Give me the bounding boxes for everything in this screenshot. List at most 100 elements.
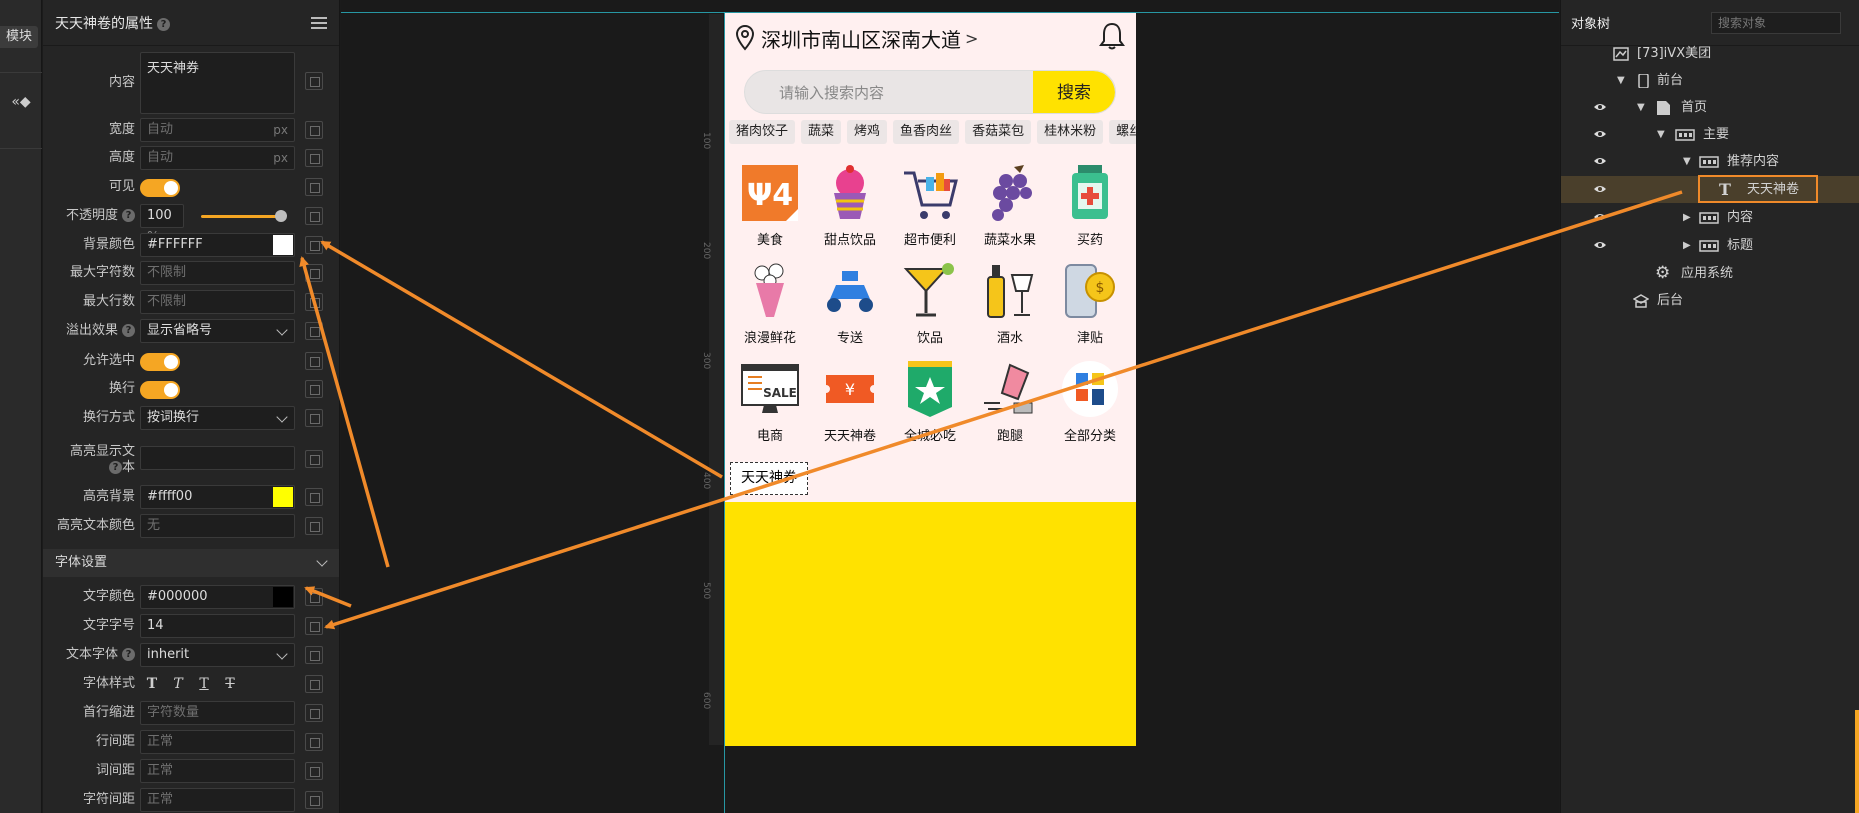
bind-icon[interactable] xyxy=(305,207,323,225)
bind-icon[interactable] xyxy=(305,149,323,167)
yellow-content-block[interactable] xyxy=(725,502,1136,746)
tree-node-app-system[interactable]: ⚙ 应用系统 xyxy=(1561,260,1859,287)
category-item[interactable]: 甜点饮品 xyxy=(810,163,890,251)
wrap-mode-select[interactable]: 按词换行 xyxy=(140,406,295,430)
bind-icon[interactable] xyxy=(305,72,323,90)
eye-icon[interactable] xyxy=(1593,156,1607,166)
category-item[interactable]: 浪漫鲜花 xyxy=(730,261,810,349)
letter-spacing-input[interactable]: 正常 xyxy=(140,788,295,812)
category-item[interactable]: 蔬菜水果 xyxy=(970,163,1050,251)
help-icon[interactable]: ? xyxy=(122,324,135,337)
category-item[interactable]: Ψ4 美食 xyxy=(730,163,810,251)
tree-node-main[interactable]: ▼ 主要 xyxy=(1561,121,1859,148)
bell-icon[interactable] xyxy=(1098,21,1126,51)
search-object-input[interactable]: 搜索对象 xyxy=(1711,11,1841,34)
category-item[interactable]: SALE 电商 xyxy=(730,359,810,447)
bind-icon[interactable] xyxy=(305,617,323,635)
bind-icon[interactable] xyxy=(305,121,323,139)
category-item[interactable]: 饮品 xyxy=(890,261,970,349)
bind-icon[interactable] xyxy=(305,488,323,506)
bind-icon[interactable] xyxy=(305,264,323,282)
tree-node-recommend[interactable]: ▼ 推荐内容 xyxy=(1561,148,1859,175)
highlight-text-color-input[interactable]: 无 xyxy=(140,514,295,538)
eye-icon[interactable] xyxy=(1593,240,1607,250)
bind-icon[interactable] xyxy=(305,675,323,693)
tag-item[interactable]: 蔬菜 xyxy=(801,120,842,144)
tag-item[interactable]: 鱼香肉丝 xyxy=(893,120,960,144)
bold-icon[interactable]: T xyxy=(143,675,161,693)
caret-right-icon[interactable]: ▶ xyxy=(1683,204,1691,231)
bind-icon[interactable] xyxy=(305,178,323,196)
selected-text-element[interactable]: 天天神券 xyxy=(730,462,808,495)
category-item[interactable]: $ 津贴 xyxy=(1050,261,1130,349)
scrollbar[interactable] xyxy=(1855,710,1859,813)
font-settings-section[interactable]: 字体设置 xyxy=(43,549,339,577)
content-textarea[interactable]: 天天神券 xyxy=(140,52,295,114)
visible-toggle[interactable] xyxy=(140,179,180,197)
bind-icon[interactable] xyxy=(305,236,323,254)
menu-icon[interactable] xyxy=(311,16,327,29)
tag-item[interactable]: 螺丝 xyxy=(1109,120,1136,144)
max-chars-input[interactable]: 不限制 xyxy=(140,261,295,285)
tree-node-home[interactable]: ▼ 首页 xyxy=(1561,94,1859,121)
category-item[interactable]: 买药 xyxy=(1050,163,1130,251)
highlight-text-input[interactable] xyxy=(140,446,295,470)
text-color-input[interactable]: #000000 xyxy=(140,585,295,609)
collapse-panel-icon[interactable]: «◆ xyxy=(6,92,36,112)
search-button[interactable]: 搜索 xyxy=(1033,71,1115,113)
bind-icon[interactable] xyxy=(305,409,323,427)
tree-node-frontend[interactable]: ▼ 前台 xyxy=(1561,67,1859,94)
line-height-input[interactable]: 正常 xyxy=(140,730,295,754)
search-input[interactable]: 请输入搜索内容 xyxy=(779,71,884,113)
category-item[interactable]: 超市便利 xyxy=(890,163,970,251)
bg-color-input[interactable]: #FFFFFF xyxy=(140,233,295,257)
italic-icon[interactable]: T xyxy=(169,675,187,693)
bg-color-swatch[interactable] xyxy=(273,235,293,255)
tag-item[interactable]: 桂林米粉 xyxy=(1037,120,1104,144)
caret-down-icon[interactable]: ▼ xyxy=(1657,121,1665,148)
font-size-input[interactable]: 14 xyxy=(140,614,295,638)
caret-down-icon[interactable]: ▼ xyxy=(1637,94,1645,121)
eye-icon[interactable] xyxy=(1593,212,1607,222)
font-family-select[interactable]: inherit xyxy=(140,643,295,667)
category-item[interactable]: 跑腿 xyxy=(970,359,1050,447)
bind-icon[interactable] xyxy=(305,762,323,780)
tag-item[interactable]: 烤鸡 xyxy=(847,120,888,144)
tree-node-backend[interactable]: 后台 xyxy=(1561,287,1859,314)
help-icon[interactable]: ? xyxy=(122,648,135,661)
eye-icon[interactable] xyxy=(1593,129,1607,139)
category-item[interactable]: 全城必吃 xyxy=(890,359,970,447)
overflow-select[interactable]: 显示省略号 xyxy=(140,319,295,343)
caret-right-icon[interactable]: ▶ xyxy=(1683,232,1691,259)
word-spacing-input[interactable]: 正常 xyxy=(140,759,295,783)
wrap-toggle[interactable] xyxy=(140,381,180,399)
help-icon[interactable]: ? xyxy=(108,461,122,474)
bind-icon[interactable] xyxy=(305,733,323,751)
opacity-slider[interactable] xyxy=(201,210,287,222)
tree-node-title[interactable]: ▶ 标题 xyxy=(1561,232,1859,259)
highlight-bg-input[interactable]: #ffff00 xyxy=(140,485,295,509)
module-button[interactable]: 模块 xyxy=(0,26,38,48)
strikethrough-icon[interactable]: T xyxy=(221,675,239,693)
category-item[interactable]: 全部分类 xyxy=(1050,359,1130,447)
caret-down-icon[interactable]: ▼ xyxy=(1617,67,1625,94)
bind-icon[interactable] xyxy=(305,704,323,722)
address-bar[interactable]: 深圳市南山区深南大道 > xyxy=(735,23,978,53)
help-icon[interactable]: ? xyxy=(157,17,170,31)
bind-icon[interactable] xyxy=(305,450,323,468)
max-lines-input[interactable]: 不限制 xyxy=(140,290,295,314)
tag-item[interactable]: 香菇菜包 xyxy=(965,120,1032,144)
height-input[interactable]: 自动 px xyxy=(140,146,295,170)
indent-input[interactable]: 字符数量 xyxy=(140,701,295,725)
tree-node-content[interactable]: ▶ 内容 xyxy=(1561,204,1859,231)
width-input[interactable]: 自动 px xyxy=(140,118,295,142)
category-item[interactable]: 专送 xyxy=(810,261,890,349)
chevron-down-icon[interactable] xyxy=(316,555,328,567)
bind-icon[interactable] xyxy=(305,380,323,398)
allow-select-toggle[interactable] xyxy=(140,353,180,371)
text-color-swatch[interactable] xyxy=(273,587,293,607)
tag-item[interactable]: 猪肉饺子 xyxy=(729,120,796,144)
bind-icon[interactable] xyxy=(305,352,323,370)
category-item[interactable]: 酒水 xyxy=(970,261,1050,349)
opacity-input[interactable]: 100 % xyxy=(140,204,184,245)
